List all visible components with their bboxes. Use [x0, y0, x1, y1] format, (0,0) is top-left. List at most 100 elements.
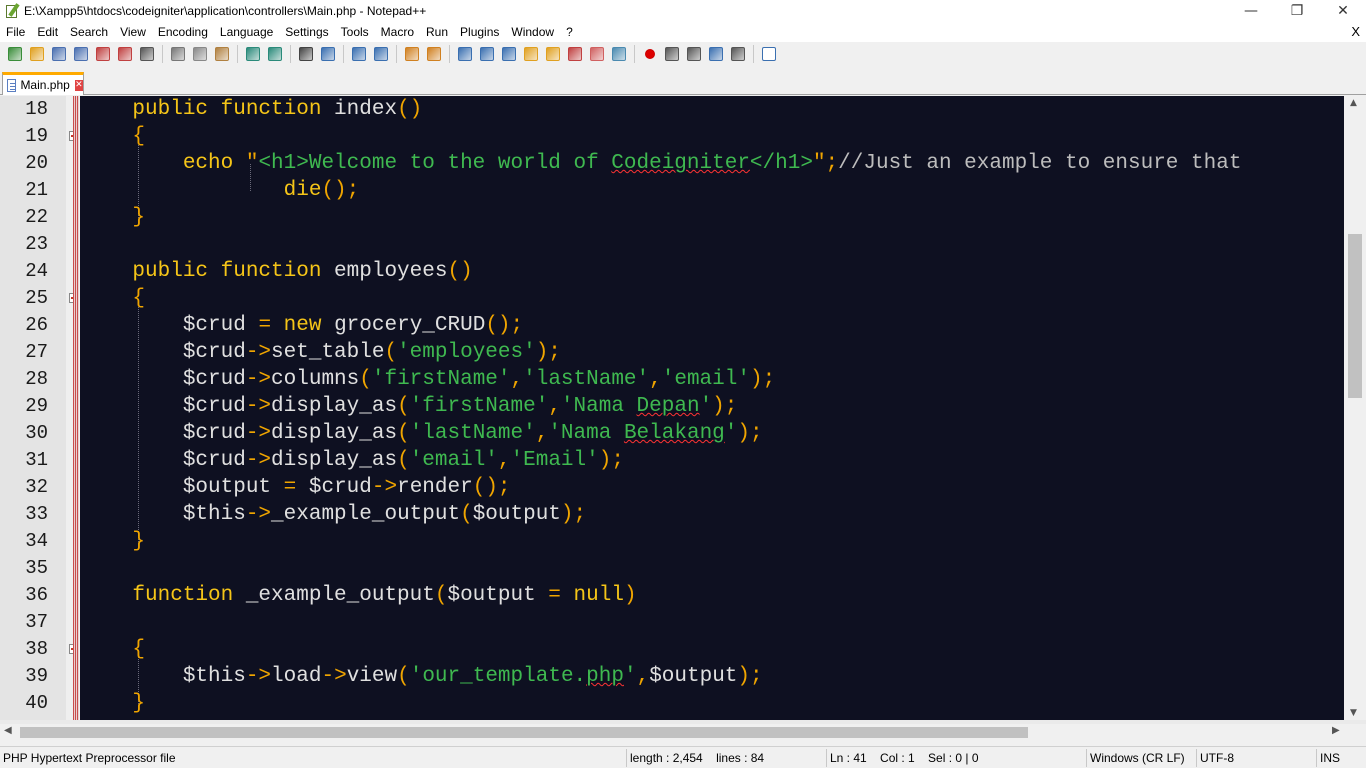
menu-language[interactable]: Language: [214, 25, 279, 39]
code-token: ,: [510, 368, 524, 391]
code-line[interactable]: }: [82, 690, 145, 717]
close-all-icon[interactable]: [114, 43, 136, 65]
cut-icon[interactable]: [167, 43, 189, 65]
line-number: 31: [25, 449, 48, 471]
menu-help[interactable]: ?: [560, 25, 579, 39]
stop-record-icon[interactable]: [661, 43, 683, 65]
menu-tools[interactable]: Tools: [335, 25, 375, 39]
paste-icon[interactable]: [211, 43, 233, 65]
copy-icon[interactable]: [189, 43, 211, 65]
code-token: $crud: [82, 449, 246, 472]
close-icon[interactable]: [92, 43, 114, 65]
vertical-scroll-thumb[interactable]: [1348, 234, 1362, 398]
show-all-chars-icon[interactable]: [476, 43, 498, 65]
save-macro-icon[interactable]: [727, 43, 749, 65]
open-file-icon[interactable]: [26, 43, 48, 65]
code-editor[interactable]: public function index() { echo "<h1>Welc…: [80, 96, 1344, 720]
menu-plugins[interactable]: Plugins: [454, 25, 505, 39]
doc-switcher-icon[interactable]: [586, 43, 608, 65]
code-line[interactable]: echo "<h1>Welcome to the world of Codeig…: [82, 150, 1242, 177]
code-token: _example_output: [271, 503, 461, 526]
menu-edit[interactable]: Edit: [31, 25, 64, 39]
code-line[interactable]: $crud->set_table('employees');: [82, 339, 561, 366]
code-line[interactable]: }: [82, 204, 145, 231]
code-line[interactable]: $crud = new grocery_CRUD();: [82, 312, 523, 339]
status-length-lines: length : 2,454 lines : 84: [630, 751, 765, 765]
vertical-scrollbar[interactable]: ▲ ▼: [1344, 96, 1366, 720]
sync-h-icon[interactable]: [423, 43, 445, 65]
redo-icon[interactable]: [264, 43, 286, 65]
code-token: _example_output: [245, 584, 435, 607]
word-wrap-icon[interactable]: [454, 43, 476, 65]
close-button[interactable]: ✕: [1320, 0, 1366, 22]
folder-workspace-icon[interactable]: [564, 43, 586, 65]
scroll-right-icon[interactable]: ▶: [1332, 725, 1340, 736]
monitor-icon[interactable]: [608, 43, 630, 65]
play-macro-icon[interactable]: [683, 43, 705, 65]
menu-encoding[interactable]: Encoding: [152, 25, 214, 39]
find-icon[interactable]: [295, 43, 317, 65]
code-line[interactable]: $output = $crud->render();: [82, 474, 511, 501]
code-line[interactable]: die();: [82, 177, 360, 204]
code-line[interactable]: }: [82, 528, 145, 555]
minimize-button[interactable]: —: [1228, 0, 1274, 22]
code-token: $crud: [82, 368, 246, 391]
code-line[interactable]: $this->load->view('our_template.php',$ou…: [82, 663, 763, 690]
save-icon[interactable]: [48, 43, 70, 65]
code-token: set_table: [271, 341, 385, 364]
indent-guide-icon[interactable]: [498, 43, 520, 65]
print-icon[interactable]: [136, 43, 158, 65]
code-line[interactable]: $crud->display_as('firstName','Nama Depa…: [82, 393, 738, 420]
code-token: ': [699, 395, 713, 418]
menu-search[interactable]: Search: [64, 25, 114, 39]
code-line[interactable]: $this->_example_output($output);: [82, 501, 586, 528]
scroll-up-icon[interactable]: ▲: [1350, 98, 1357, 108]
code-line[interactable]: $crud->display_as('lastName','Nama Belak…: [82, 420, 763, 447]
tab-bar: Main.php ✕: [0, 68, 1366, 95]
menu-macro[interactable]: Macro: [375, 25, 420, 39]
run-macro-multiple-icon[interactable]: [705, 43, 727, 65]
menu-run[interactable]: Run: [420, 25, 454, 39]
restore-button[interactable]: ❐: [1274, 0, 1320, 22]
code-line[interactable]: $crud->columns('firstName','lastName','e…: [82, 366, 775, 393]
code-token: ->: [245, 368, 272, 391]
code-token: {: [82, 638, 146, 661]
sync-v-icon[interactable]: [401, 43, 423, 65]
notepad-plus-plus-icon: [4, 3, 20, 19]
code-line[interactable]: {: [82, 123, 145, 150]
code-line[interactable]: $crud->display_as('email','Email');: [82, 447, 624, 474]
zoom-out-icon[interactable]: [370, 43, 392, 65]
tab-main-php[interactable]: Main.php ✕: [2, 72, 84, 95]
zoom-in-icon[interactable]: [348, 43, 370, 65]
code-token: (: [397, 422, 410, 445]
code-token: <h1>Welcome to the world of: [258, 152, 612, 175]
horizontal-scroll-thumb[interactable]: [20, 727, 1028, 738]
close-document-button[interactable]: X: [1351, 24, 1360, 39]
menu-settings[interactable]: Settings: [279, 25, 334, 39]
code-line[interactable]: function _example_output($output = null): [82, 582, 636, 609]
menu-window[interactable]: Window: [505, 25, 560, 39]
replace-icon[interactable]: [317, 43, 339, 65]
save-all-icon[interactable]: [70, 43, 92, 65]
record-macro-icon[interactable]: [639, 43, 661, 65]
menu-file[interactable]: File: [0, 25, 31, 39]
spell-check-icon[interactable]: [758, 43, 780, 65]
code-token: Codeigniter: [611, 152, 750, 175]
horizontal-scrollbar[interactable]: ◀ ▶: [0, 724, 1344, 741]
code-line[interactable]: {: [82, 285, 145, 312]
function-list-icon[interactable]: [542, 43, 564, 65]
line-number: 34: [25, 530, 48, 552]
scroll-down-icon[interactable]: ▼: [1350, 708, 1357, 718]
line-number: 33: [25, 503, 48, 525]
line-number: 40: [25, 692, 48, 714]
menu-view[interactable]: View: [114, 25, 152, 39]
tab-close-icon[interactable]: ✕: [74, 79, 83, 91]
code-line[interactable]: public function employees(): [82, 258, 472, 285]
scroll-left-icon[interactable]: ◀: [4, 725, 12, 736]
menu-bar: File Edit Search View Encoding Language Settin…: [0, 22, 1366, 42]
undo-icon[interactable]: [242, 43, 264, 65]
doc-map-icon[interactable]: [520, 43, 542, 65]
code-line[interactable]: {: [82, 636, 145, 663]
new-file-icon[interactable]: [4, 43, 26, 65]
code-line[interactable]: public function index(): [82, 96, 422, 123]
